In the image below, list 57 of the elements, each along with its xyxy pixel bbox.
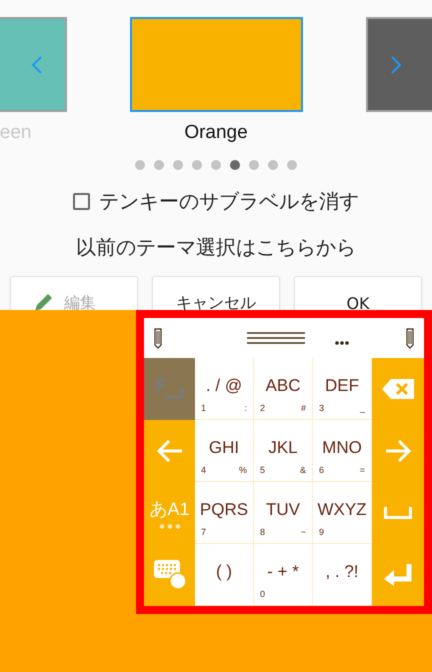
- key[interactable]: PQRS 7: [195, 482, 254, 544]
- key-sublabel: 1: [201, 403, 206, 413]
- checkbox[interactable]: [73, 193, 90, 210]
- key-sublabel: 7: [201, 527, 206, 537]
- key-sublabel: 0: [260, 589, 266, 599]
- page-dot[interactable]: [173, 160, 183, 170]
- chevron-right-icon[interactable]: [390, 54, 402, 74]
- page-dot[interactable]: [192, 160, 202, 170]
- keyboard-icon[interactable]: [154, 560, 186, 590]
- key-sublabel: _: [360, 403, 365, 413]
- previous-theme-link[interactable]: 以前のテーマ選択はこちらから: [76, 234, 356, 261]
- key[interactable]: JKL 5 &: [254, 420, 313, 482]
- pencil-icon[interactable]: [406, 327, 414, 349]
- key[interactable]: - + * 0: [254, 544, 313, 606]
- key[interactable]: , . ?!: [313, 544, 372, 606]
- page-dot[interactable]: [211, 160, 221, 170]
- space-icon[interactable]: [384, 507, 412, 519]
- dots-icon: [158, 524, 180, 529]
- key-sublabel: 6: [319, 465, 324, 475]
- key-sublabel: ~: [300, 527, 306, 537]
- key-sublabel: 2: [260, 403, 266, 413]
- key[interactable]: DEF 3 _: [313, 358, 372, 420]
- page-dot[interactable]: [268, 160, 278, 170]
- page-dot[interactable]: [230, 160, 240, 170]
- theme-name: Orange: [184, 122, 248, 144]
- key-sublabel: 9: [319, 527, 324, 537]
- key[interactable]: . / @ 1 :: [195, 358, 254, 420]
- key-sublabel: #: [300, 403, 306, 413]
- page-dot[interactable]: [135, 160, 145, 170]
- key[interactable]: TUV 8 ~: [254, 482, 313, 544]
- page-dot[interactable]: [287, 160, 297, 170]
- key-sublabel: =: [360, 465, 365, 475]
- key-sublabel: %: [238, 465, 247, 475]
- handle-icon[interactable]: [247, 332, 305, 344]
- more-icon[interactable]: [335, 341, 349, 345]
- key-sublabel: 5: [260, 465, 266, 475]
- arrow-left-icon[interactable]: [156, 439, 182, 463]
- key-sublabel: 8: [260, 527, 266, 537]
- theme-card[interactable]: [130, 17, 302, 112]
- key[interactable]: GHI 4 %: [195, 420, 254, 482]
- key-sublabel: 3: [319, 403, 324, 413]
- checkbox-label: テンキーのサブラベルを消す: [99, 188, 359, 215]
- key-sublabel: 4: [201, 465, 206, 475]
- pencil-icon[interactable]: [154, 327, 162, 349]
- chevron-left-icon[interactable]: [30, 54, 42, 74]
- key-sublabel: &: [300, 465, 306, 475]
- backspace-icon[interactable]: [382, 379, 414, 399]
- arrow-right-icon[interactable]: [385, 439, 411, 463]
- key[interactable]: MNO 6 =: [313, 420, 372, 482]
- enter-icon[interactable]: [384, 564, 412, 586]
- key-sublabel: :: [244, 403, 247, 413]
- page-dot[interactable]: [249, 160, 259, 170]
- key[interactable]: ( ): [195, 544, 254, 606]
- key[interactable]: WXYZ 9: [313, 482, 372, 544]
- undo-icon[interactable]: [156, 378, 184, 400]
- key[interactable]: ABC 2 #: [254, 358, 313, 420]
- page-dot[interactable]: [154, 160, 164, 170]
